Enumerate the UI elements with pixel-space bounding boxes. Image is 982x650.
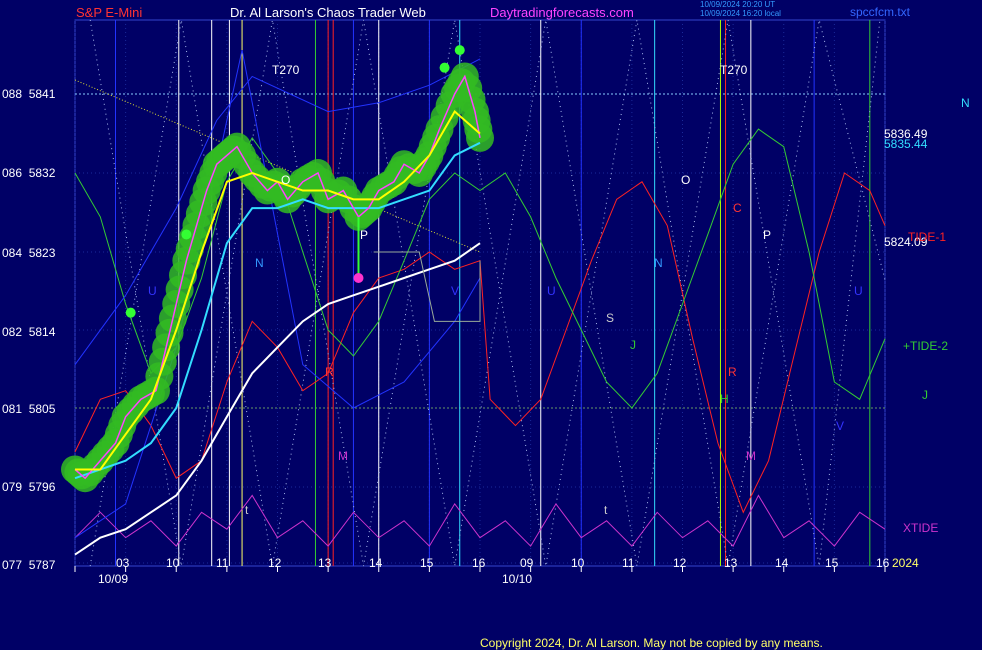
x-tick-label: 03 <box>116 556 130 570</box>
planet-label-u: U <box>547 284 556 298</box>
right-label-n: N <box>961 96 970 110</box>
planet-label-n: N <box>255 256 264 270</box>
x-tick-label: 12 <box>268 556 282 570</box>
planet-label-r: R <box>728 365 737 379</box>
chart-canvas <box>61 19 886 572</box>
x-tick-label: 10 <box>571 556 585 570</box>
planet-label-o: O <box>681 173 691 187</box>
planet-label-m: M <box>746 449 756 463</box>
planet-label-u: U <box>148 284 157 298</box>
x-tick-label: 11 <box>622 556 635 570</box>
signal-dot <box>181 229 192 240</box>
timestamp-local: 10/09/2024 16:20 local <box>700 9 781 18</box>
planet-label-p: P <box>360 228 369 242</box>
planet-label-j: J <box>630 338 636 352</box>
planet-label-t: t <box>245 503 249 517</box>
pointer-dot <box>353 273 364 283</box>
x-tick-label: 10 <box>166 556 180 570</box>
planet-label-c: C <box>733 201 742 215</box>
t270-label: T270 <box>720 63 748 77</box>
y-tick-label: 081 5805 <box>2 402 56 416</box>
planet-label-m: M <box>338 449 348 463</box>
ema-mid-price: 5835.44 <box>884 137 928 151</box>
date-label: 10/09 <box>98 572 129 586</box>
planet-label-r: R <box>325 365 334 379</box>
y-tick-label: 077 5787 <box>2 558 56 572</box>
date-label: 10/10 <box>502 572 533 586</box>
t270-label: T270 <box>272 63 300 77</box>
x-tick-label: 15 <box>420 556 434 570</box>
data-file-name: spccfcm.txt <box>850 5 911 19</box>
y-tick-label: 086 5832 <box>2 166 56 180</box>
zigzag-projection <box>89 19 886 567</box>
year-label: 2024 <box>892 556 919 570</box>
x-tick-label: 13 <box>724 556 738 570</box>
copyright-notice: Copyright 2024, Dr. Al Larson. May not b… <box>480 636 823 650</box>
x-tick-label: 16 <box>876 556 890 570</box>
signal-dot <box>454 45 465 56</box>
planet-label-t: t <box>604 503 608 517</box>
x-tick-label: 13 <box>318 556 332 570</box>
planet-label-v: V <box>451 284 460 298</box>
y-tick-label: 084 5823 <box>2 246 56 260</box>
tide1-label: TIDE-1 <box>908 230 947 244</box>
x-tick-label: 12 <box>673 556 687 570</box>
planet-label-n: N <box>654 256 663 270</box>
signal-dot <box>439 62 450 73</box>
planet-label-p: P <box>763 228 772 242</box>
timestamp-ut: 10/09/2024 20:20 UT <box>700 0 776 9</box>
chart-title: S&P E-Mini <box>76 5 143 20</box>
planet-label-o: O <box>281 173 291 187</box>
signal-dot <box>125 307 136 318</box>
right-label-u: U <box>854 284 863 298</box>
right-label-j: J <box>922 388 928 402</box>
planet-label-h: H <box>720 392 729 406</box>
x-tick-label: 15 <box>825 556 839 570</box>
planet-label-v: V <box>836 419 845 433</box>
y-tick-label: 079 5796 <box>2 480 56 494</box>
x-tick-label: 14 <box>369 556 383 570</box>
step-line <box>373 251 481 322</box>
tide2-label: +TIDE-2 <box>903 339 949 353</box>
y-tick-label: 082 5814 <box>2 325 56 339</box>
xtide-label: XTIDE <box>903 521 939 535</box>
planet-label-s: S <box>606 311 615 325</box>
y-tick-label: 088 5841 <box>2 87 56 101</box>
author-title: Dr. Al Larson's Chaos Trader Web <box>230 5 426 20</box>
x-tick-label: 16 <box>472 556 486 570</box>
x-tick-label: 14 <box>775 556 789 570</box>
x-tick-label: 11 <box>216 556 229 570</box>
x-tick-label: 09 <box>520 556 534 570</box>
site-link[interactable]: Daytradingforecasts.com <box>490 5 634 20</box>
